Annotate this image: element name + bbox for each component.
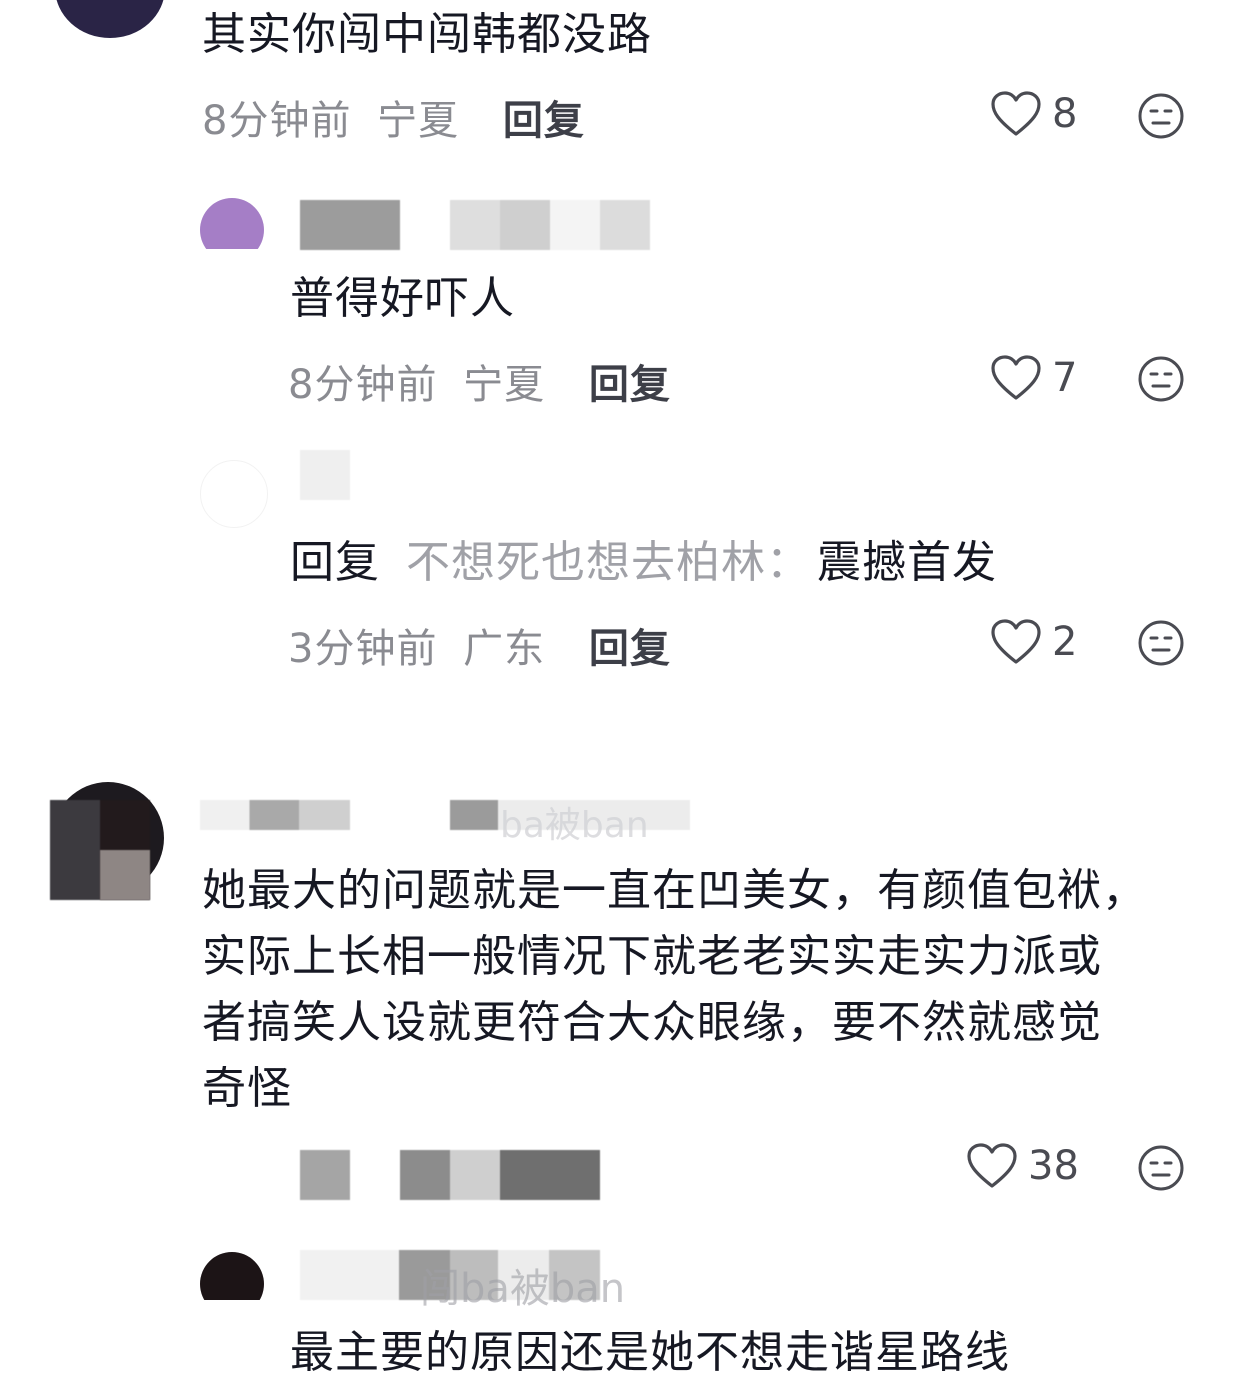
comment-location: 宁夏 (377, 98, 460, 144)
like-button[interactable]: 7 (990, 354, 1077, 402)
like-count: 8 (1052, 91, 1078, 137)
username-partial[interactable]: ba被ban (500, 796, 649, 848)
comment-meta: 8分钟前 宁夏 回复 (202, 88, 585, 146)
comment-body: 震撼首发 (817, 537, 997, 588)
reply-target-username[interactable]: 不想死也想去柏林： (406, 537, 811, 588)
avatar[interactable] (200, 1252, 264, 1316)
comment-text: 其实你闯中闯韩都没路 (202, 9, 652, 60)
comment-time: 8分钟前 (202, 98, 352, 144)
username-mosaic (300, 200, 400, 250)
comment-meta: 3分钟前 广东 回复 (288, 616, 671, 674)
comment-location: 广东 (463, 626, 546, 672)
like-count: 2 (1052, 619, 1078, 665)
comment-meta: 8分钟前 宁夏 回复 (288, 352, 671, 410)
comment-text: 她最大的问题就是一直在凹美女，有颜值包袱， 实际上长相一般情况下就老老实实走实力… (202, 858, 1147, 1122)
comment-location: 宁夏 (463, 362, 546, 408)
comment-text: 最主要的原因还是她不想走谐星路线 (290, 1327, 1010, 1378)
reply-button[interactable]: 回复 (589, 362, 671, 408)
meh-face-icon[interactable] (1137, 619, 1185, 667)
username-mosaic (450, 200, 650, 250)
reply-prefix: 回复 (290, 537, 380, 588)
avatar[interactable] (200, 198, 264, 262)
meta-mosaic (300, 1150, 350, 1200)
avatar[interactable] (200, 460, 268, 528)
comment-line: 奇怪 (202, 1063, 292, 1114)
meh-face-icon[interactable] (1137, 92, 1185, 140)
like-button[interactable]: 38 (966, 1142, 1079, 1190)
username-partial[interactable]: 闯ba被ban (420, 1256, 625, 1314)
like-button[interactable]: 8 (990, 90, 1077, 138)
like-button[interactable]: 2 (990, 618, 1077, 666)
comment-time: 8分钟前 (288, 362, 438, 408)
comment-time: 3分钟前 (288, 626, 438, 672)
meh-face-icon[interactable] (1137, 1144, 1185, 1192)
username-mosaic (200, 800, 350, 830)
heart-outline-icon (991, 355, 1041, 400)
reply-button[interactable]: 回复 (589, 626, 671, 672)
username-mosaic (300, 450, 350, 500)
avatar-mosaic (100, 850, 150, 900)
meta-mosaic (400, 1150, 600, 1200)
heart-outline-icon (991, 619, 1041, 664)
reply-button[interactable]: 回复 (503, 98, 585, 144)
comment-line: 实际上长相一般情况下就老老实实走实力派或 (202, 931, 1102, 982)
like-count: 7 (1052, 355, 1078, 401)
comment-text: 回复 不想死也想去柏林： 震撼首发 (290, 530, 997, 596)
heart-outline-icon (991, 91, 1041, 136)
comment-line: 她最大的问题就是一直在凹美女，有颜值包袱， (202, 865, 1147, 916)
comment-line: 者搞笑人设就更符合大众眼缘，要不然就感觉 (202, 997, 1102, 1048)
avatar[interactable] (55, 0, 165, 38)
comment-text: 普得好吓人 (290, 273, 515, 324)
like-count: 38 (1028, 1143, 1079, 1189)
meh-face-icon[interactable] (1137, 355, 1185, 403)
heart-outline-icon (967, 1143, 1017, 1188)
